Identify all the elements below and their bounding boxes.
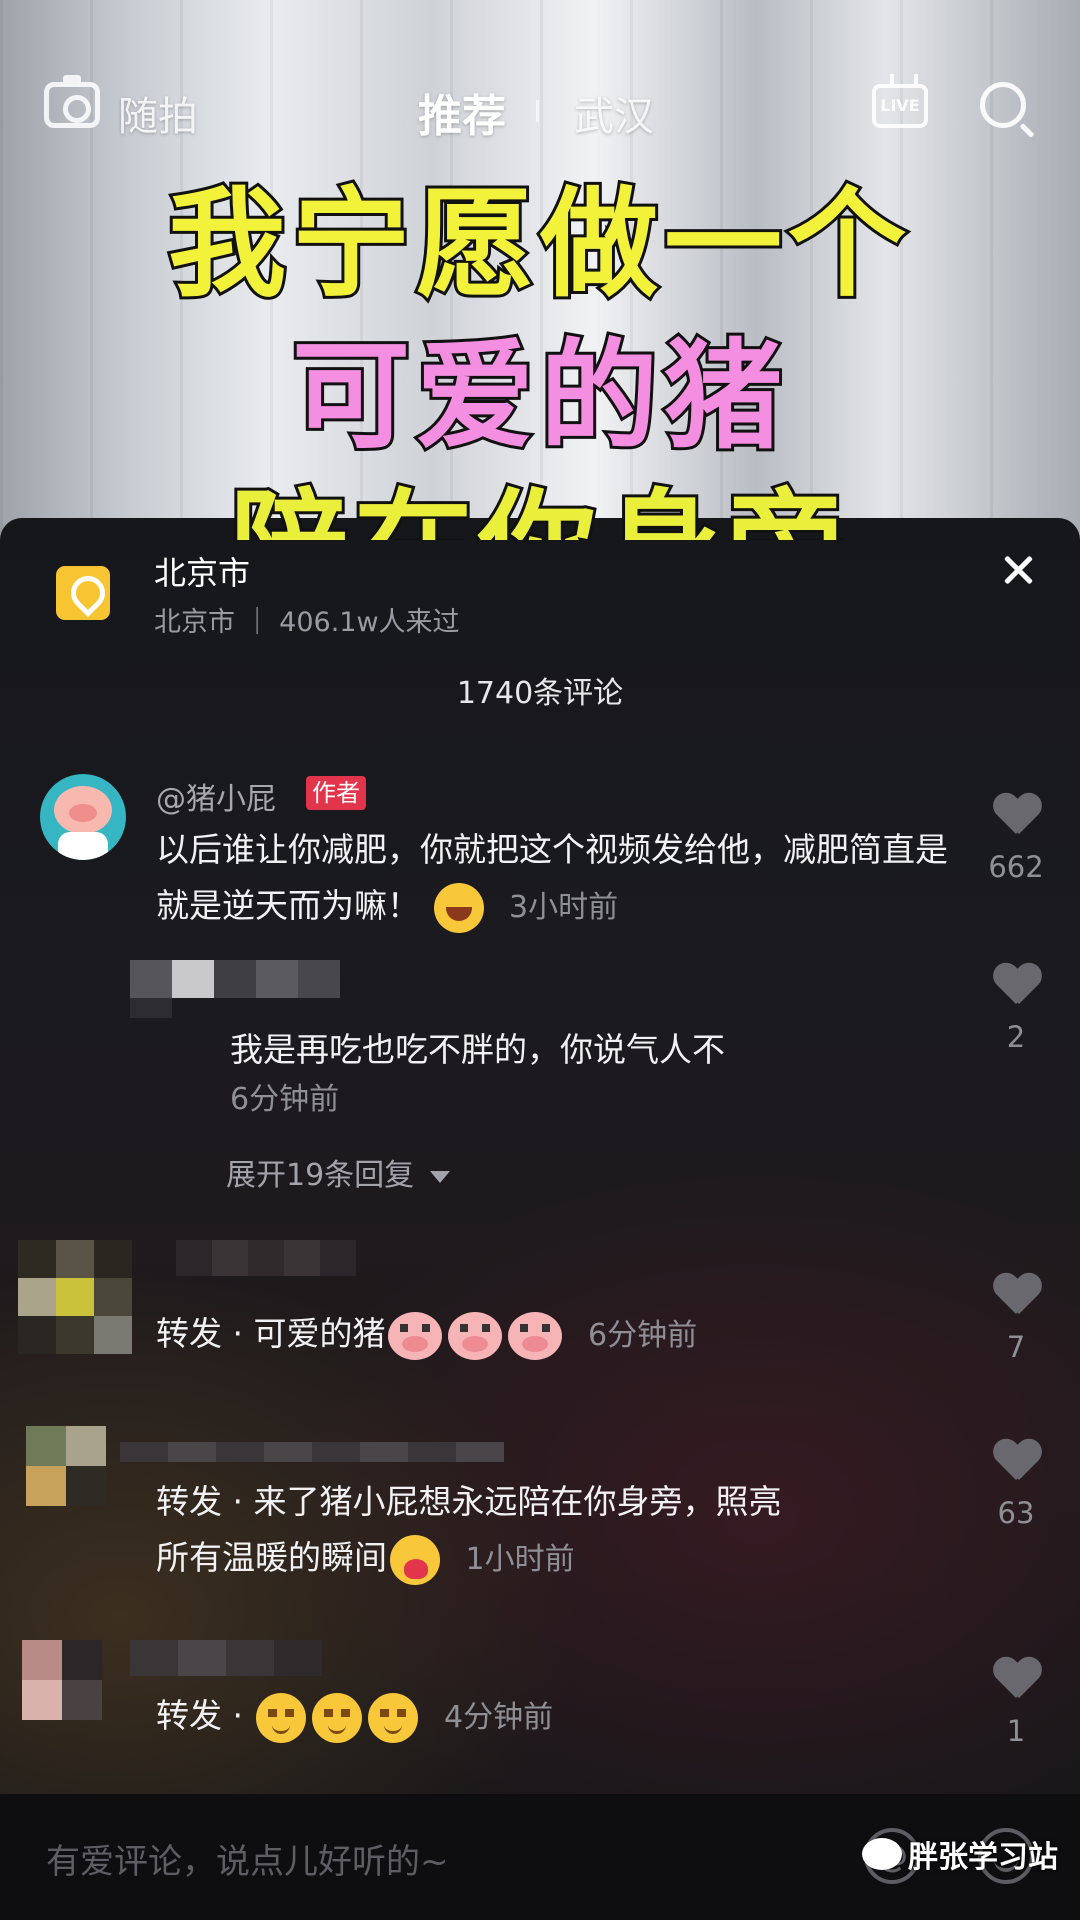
like-count: 63 [997,1496,1035,1530]
smug-face-emoji-icon [368,1692,419,1743]
smug-face-emoji-icon [256,1692,307,1743]
like-button[interactable]: 7 [976,1274,1056,1364]
reply-text[interactable]: 我是再吃也吃不胖的，你说气人不 [230,1022,930,1078]
heart-icon [993,1658,1039,1700]
location-pin-icon[interactable] [56,566,110,620]
blurred-username [130,1640,322,1676]
comment-text[interactable]: 以后谁让你减肥，你就把这个视频发给他，减肥简直是就是逆天而为嘛！ 3小时前 [156,822,956,936]
blurred-avatar[interactable] [26,1426,106,1506]
pig-face-emoji-icon [388,1311,443,1360]
blurred-username [176,1240,356,1276]
wechat-icon [862,1838,902,1870]
comment-time: 3小时前 [509,890,619,925]
heart-icon [993,964,1039,1006]
like-button[interactable]: 63 [976,1440,1056,1530]
comment-text-line-2: 所有温暖的瞬间 [156,1538,387,1577]
heart-icon [993,1440,1039,1482]
heart-icon [993,794,1039,836]
live-tv-icon[interactable]: LIVE [872,84,928,128]
avatar[interactable] [40,774,126,860]
like-button[interactable]: 1 [976,1658,1056,1748]
blurred-username [120,1442,504,1462]
blurred-username [130,960,340,998]
comment-username[interactable]: @猪小屁 [156,774,276,818]
video-caption-line-1: 我宁愿做一个 [165,172,912,316]
laughing-crying-emoji-icon [433,882,484,933]
location-subtitle: 北京市 ｜ 406.1w人来过 [154,607,460,638]
like-button[interactable]: 2 [976,964,1056,1054]
tab-city[interactable]: 武汉 [574,84,654,142]
watermark: 胖张学习站 [908,1840,1058,1875]
shoot-label[interactable]: 随拍 [118,84,198,142]
tab-divider [536,100,539,122]
pig-face-emoji-icon [448,1311,503,1360]
expand-replies-button[interactable]: 展开19条回复 [226,1150,451,1194]
like-count: 2 [1006,1020,1026,1054]
comment-text[interactable]: 转发 · 4分钟前 [156,1688,916,1746]
comment-text-body: 转发 · [156,1696,243,1735]
hug-emoji-icon [390,1534,440,1585]
comment-text-line-1: 转发 · 来了猪小屁想永远陪在你身旁，照亮 [156,1482,782,1521]
comment-text[interactable]: 转发 · 可爱的猪 6分钟前 [156,1306,936,1364]
camera-icon[interactable] [44,75,100,128]
reply-time: 6分钟前 [230,1082,340,1117]
like-count: 662 [988,850,1044,884]
tab-recommend[interactable]: 推荐 [418,80,506,144]
video-caption-line-2: 可爱的猪 [289,324,788,468]
chevron-down-icon [430,1170,451,1183]
top-navigation: 随拍 推荐 武汉 LIVE [0,70,1080,150]
search-icon[interactable] [980,82,1026,128]
close-icon[interactable] [1000,552,1036,588]
comment-time: 6分钟前 [587,1318,698,1353]
comment-input[interactable]: 有爱评论，说点儿好听的~ [46,1834,449,1883]
comment-sheet: 北京市 北京市 ｜ 406.1w人来过 1740条评论 @猪小屁 作者 以后谁让… [0,518,1080,1920]
comment-time: 1小时前 [465,1542,575,1577]
blurred-avatar[interactable] [18,1240,132,1354]
comment-text-body: 转发 · 可爱的猪 [156,1314,386,1353]
comments-count: 1740条评论 [456,676,624,711]
video-caption-line-3: 陪在你身旁 [0,450,1080,540]
blurred-avatar [130,998,172,1018]
like-count: 7 [1006,1330,1026,1364]
expand-replies-label: 展开19条回复 [226,1158,415,1193]
author-badge: 作者 [306,776,366,810]
like-count: 1 [1006,1714,1026,1748]
location-name[interactable]: 北京市 [154,548,250,594]
blurred-avatar[interactable] [22,1640,102,1720]
like-button[interactable]: 662 [976,794,1056,884]
comment-time: 4分钟前 [443,1700,554,1735]
pig-face-emoji-icon [508,1311,563,1360]
smug-face-emoji-icon [312,1692,363,1743]
heart-icon [993,1274,1039,1316]
comment-text[interactable]: 转发 · 来了猪小屁想永远陪在你身旁，照亮 所有温暖的瞬间 1小时前 [156,1474,956,1588]
